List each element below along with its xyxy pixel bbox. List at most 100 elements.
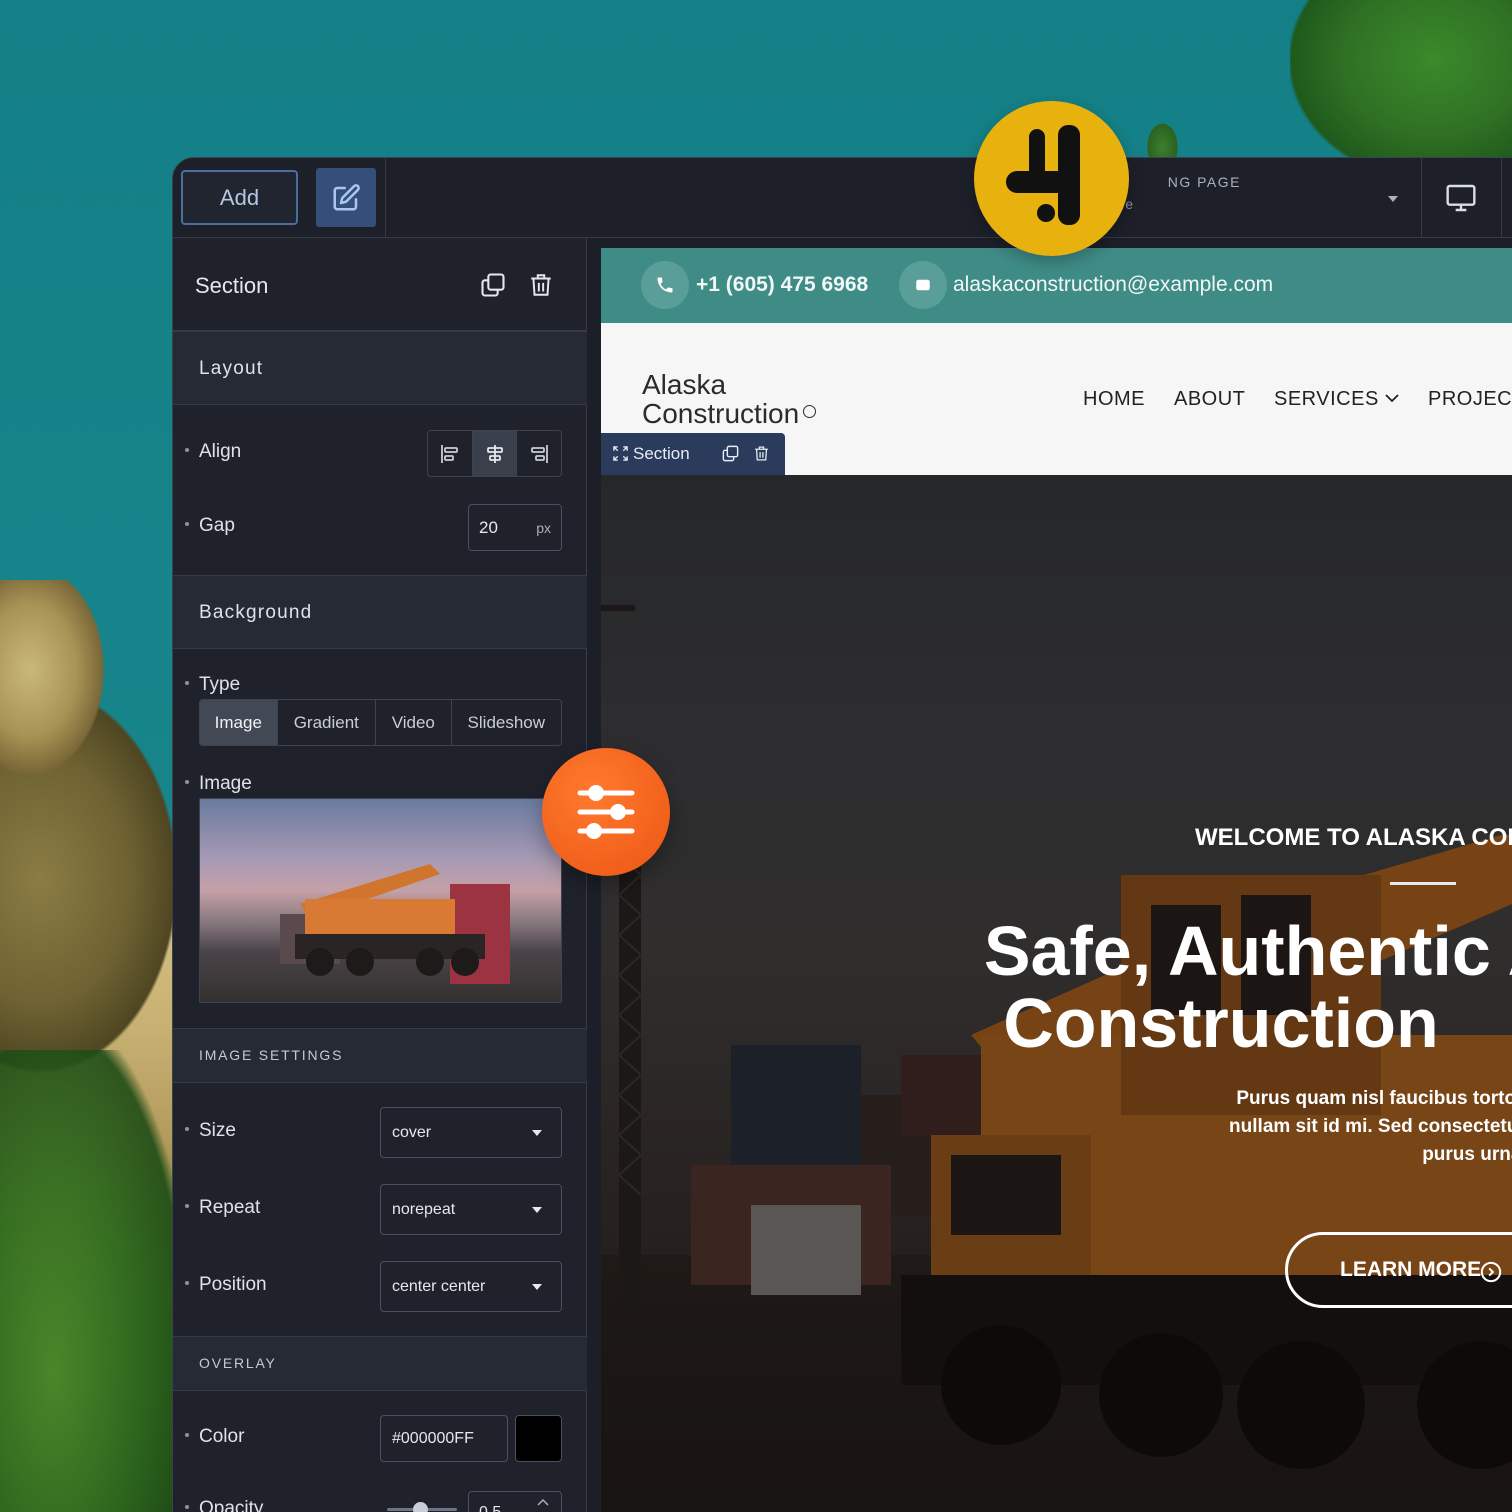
page-selector-label[interactable]: NG PAGE xyxy=(1121,174,1241,190)
hero-eyebrow: WELCOME TO ALASKA CON xyxy=(1195,824,1512,851)
hero-divider xyxy=(1390,882,1456,885)
image-settings-header: IMAGE SETTINGS xyxy=(173,1028,587,1083)
gap-unit: px xyxy=(536,520,551,536)
align-right-button[interactable] xyxy=(517,431,561,476)
opacity-label: Opacity xyxy=(199,1498,264,1512)
logo-mark-icon xyxy=(803,405,817,419)
hero-desc-line-2: nullam sit id mi. Sed consectetur libero… xyxy=(1229,1116,1512,1137)
site-phone[interactable]: +1 (605) 475 6968 xyxy=(696,273,868,297)
color-label: Color xyxy=(199,1426,245,1447)
color-row: Color xyxy=(185,1426,244,1448)
chevron-up-icon[interactable] xyxy=(537,1498,549,1506)
background-heading: Background xyxy=(199,602,313,623)
image-row: Image xyxy=(185,773,252,795)
hero-desc-line-3: purus urna turpis leo dolor xyxy=(1422,1144,1512,1165)
tab-gradient[interactable]: Gradient xyxy=(278,700,377,745)
caret-down-icon[interactable] xyxy=(1386,192,1400,206)
brand-logo-icon xyxy=(1006,125,1080,225)
nav-services[interactable]: SERVICES xyxy=(1274,388,1379,411)
panel-header: Section xyxy=(173,238,587,331)
background-group-header[interactable]: Background xyxy=(173,575,587,649)
hero-title-line-2: Construction xyxy=(1003,984,1439,1062)
caret-down-icon xyxy=(532,1207,542,1213)
hero-desc-line-1: Purus quam nisl faucibus tortor ac felis… xyxy=(1236,1088,1512,1109)
position-select[interactable]: center center xyxy=(380,1261,562,1312)
position-value: center center xyxy=(392,1278,486,1295)
duplicate-icon[interactable] xyxy=(721,444,740,463)
layout-heading: Layout xyxy=(199,358,264,379)
chevron-down-icon xyxy=(1385,394,1399,403)
site-logo[interactable]: Alaska Construction xyxy=(642,369,817,429)
repeat-value: norepeat xyxy=(392,1201,456,1218)
repeat-select[interactable]: norepeat xyxy=(380,1184,562,1235)
duplicate-icon[interactable] xyxy=(479,271,507,299)
preview-canvas: +1 (605) 475 6968 alaskaconstruction@exa… xyxy=(601,248,1512,1512)
nav-about[interactable]: ABOUT xyxy=(1174,388,1245,411)
repeat-row: Repeat xyxy=(185,1197,260,1219)
background-tree xyxy=(1290,0,1512,180)
edit-button[interactable] xyxy=(316,168,376,227)
caret-down-icon xyxy=(532,1284,542,1290)
background-image-thumbnail[interactable] xyxy=(199,798,562,1003)
image-settings-heading: IMAGE SETTINGS xyxy=(199,1047,344,1063)
nav-home[interactable]: HOME xyxy=(1083,388,1145,411)
overlay-header: OVERLAY xyxy=(173,1336,587,1391)
crane-truck-thumbnail xyxy=(280,864,510,984)
add-button[interactable]: Add xyxy=(181,170,298,225)
align-left-button[interactable] xyxy=(428,431,473,476)
opacity-input[interactable]: 0.5 xyxy=(468,1491,562,1512)
logo-line-1: Alaska xyxy=(642,369,727,400)
trash-icon[interactable] xyxy=(753,444,770,463)
overlay-color-swatch[interactable] xyxy=(515,1415,562,1462)
size-label: Size xyxy=(199,1120,236,1141)
editor-toolbar: Add NG PAGE e xyxy=(173,158,1512,238)
align-control xyxy=(427,430,562,477)
caret-down-icon xyxy=(532,1130,542,1136)
align-center-button[interactable] xyxy=(472,431,518,476)
background-type-tabs: Image Gradient Video Slideshow xyxy=(199,699,562,746)
site-email[interactable]: alaskaconstruction@example.com xyxy=(953,273,1273,297)
size-select[interactable]: cover xyxy=(380,1107,562,1158)
hero-section[interactable]: WELCOME TO ALASKA CON Safe, Authentic A … xyxy=(601,475,1512,1512)
hero-title-line-1: Safe, Authentic A xyxy=(983,912,1512,990)
tab-video[interactable]: Video xyxy=(376,700,452,745)
align-center-icon xyxy=(486,444,503,463)
tab-slideshow[interactable]: Slideshow xyxy=(452,700,561,745)
gap-value: 20 xyxy=(479,518,498,537)
edit-icon xyxy=(333,183,360,210)
hero-description: Purus quam nisl faucibus tortor ac felis… xyxy=(1001,1085,1512,1169)
opacity-row: Opacity xyxy=(185,1498,263,1512)
toolbar-divider xyxy=(1421,158,1422,238)
logo-line-2: Construction xyxy=(642,398,800,429)
toolbar-divider xyxy=(1501,158,1502,238)
settings-badge xyxy=(542,748,670,876)
position-label: Position xyxy=(199,1274,267,1295)
hero-title: Safe, Authentic A Construction xyxy=(901,915,1512,1059)
size-row: Size xyxy=(185,1120,236,1142)
layout-group-header[interactable]: Layout xyxy=(173,331,587,405)
size-value: cover xyxy=(392,1124,432,1141)
opacity-slider-handle[interactable] xyxy=(413,1502,428,1512)
position-row: Position xyxy=(185,1274,267,1296)
nav-projects[interactable]: PROJEC xyxy=(1428,388,1512,411)
phone-icon xyxy=(641,261,689,309)
move-icon[interactable] xyxy=(613,446,628,461)
tab-image[interactable]: Image xyxy=(200,700,278,745)
type-label: Type xyxy=(199,674,241,695)
email-icon xyxy=(899,261,947,309)
brand-logo-badge xyxy=(974,101,1129,256)
toolbar-divider xyxy=(385,158,386,238)
learn-more-button[interactable]: LEARN MORE xyxy=(1285,1232,1512,1308)
gap-input[interactable]: 20 px xyxy=(468,504,562,551)
gap-row: Gap xyxy=(185,515,235,537)
sliders-icon xyxy=(577,785,635,839)
overlay-color-input[interactable]: #000000FF xyxy=(380,1415,508,1462)
overlay-heading: OVERLAY xyxy=(199,1355,277,1371)
type-row: Type xyxy=(185,674,240,696)
align-left-icon xyxy=(440,444,458,463)
gap-label: Gap xyxy=(199,515,235,536)
panel-title: Section xyxy=(195,273,269,298)
align-label: Align xyxy=(199,441,242,462)
trash-icon[interactable] xyxy=(528,271,554,299)
monitor-icon[interactable] xyxy=(1445,182,1477,214)
